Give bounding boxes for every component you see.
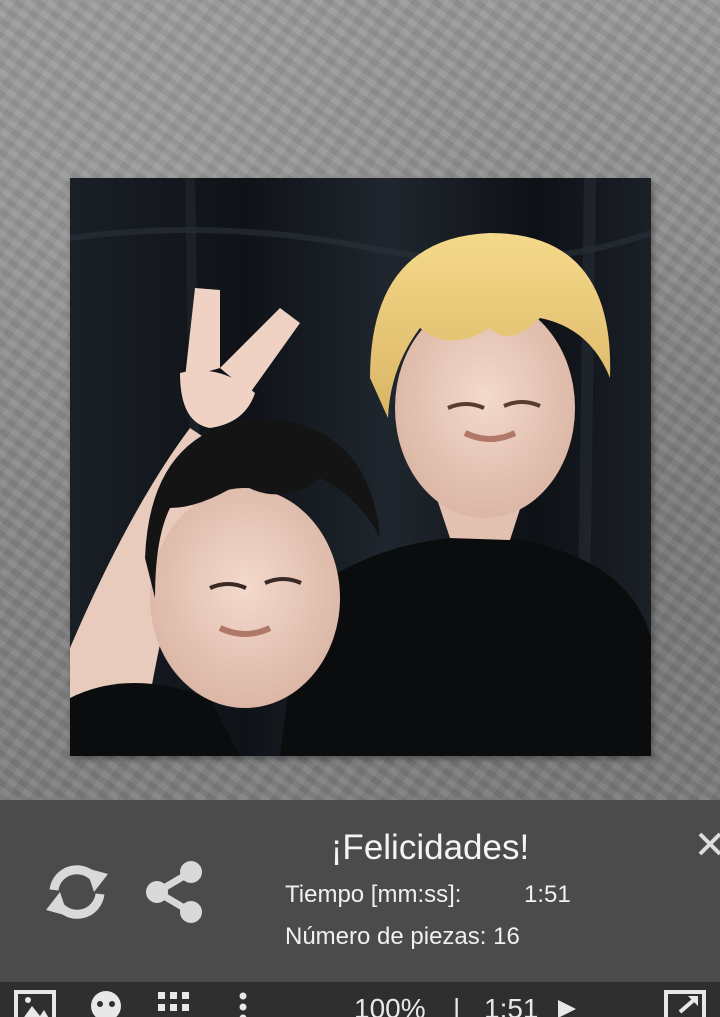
refresh-icon[interactable] bbox=[42, 860, 112, 924]
congratulations-title: ¡Felicidades! bbox=[330, 828, 530, 867]
expand-icon[interactable] bbox=[664, 990, 706, 1017]
completed-puzzle-image bbox=[70, 178, 651, 756]
pieces-value: 16 bbox=[493, 923, 520, 950]
toolbar-separator: | bbox=[453, 993, 461, 1017]
image-icon[interactable] bbox=[14, 990, 56, 1017]
bottom-toolbar: 100% | 1:51 bbox=[0, 982, 720, 1017]
play-icon[interactable] bbox=[556, 998, 578, 1017]
puzzle-piece-icon[interactable] bbox=[88, 988, 124, 1017]
pieces-count: Número de piezas: 16 bbox=[285, 922, 520, 952]
time-value: 1:51 bbox=[524, 881, 571, 908]
share-icon[interactable] bbox=[143, 860, 209, 924]
more-vertical-icon[interactable] bbox=[238, 992, 248, 1017]
close-icon[interactable] bbox=[696, 828, 720, 860]
toolbar-timer: 1:51 bbox=[484, 993, 539, 1017]
zoom-level: 100% bbox=[354, 993, 426, 1017]
pieces-label: Número de piezas: bbox=[285, 923, 487, 950]
grid-dots-icon[interactable] bbox=[156, 990, 192, 1017]
time-label: Tiempo [mm:ss]: bbox=[285, 881, 462, 908]
